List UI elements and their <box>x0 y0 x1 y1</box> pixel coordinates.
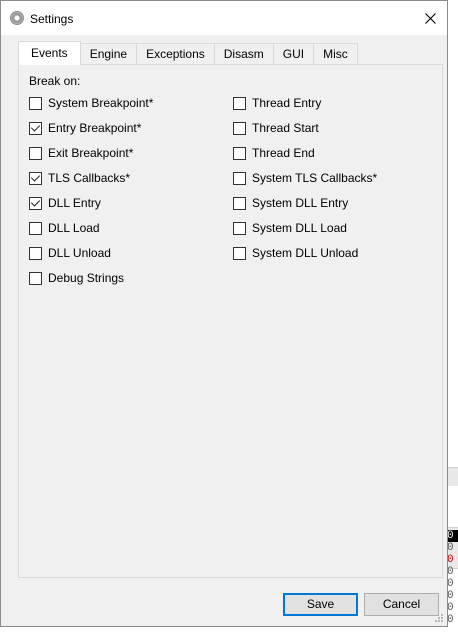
dll-entry-option[interactable]: DLL Entry <box>29 195 101 211</box>
entry-breakpoint-option[interactable]: Entry Breakpoint* <box>29 120 141 136</box>
system-tls-callbacks-checkbox[interactable] <box>233 171 246 185</box>
tab-disasm[interactable]: Disasm <box>214 43 274 64</box>
break-on-label: Break on: <box>29 74 81 88</box>
dll-load-option[interactable]: DLL Load <box>29 220 100 236</box>
resize-grip-icon[interactable] <box>434 613 444 623</box>
save-button[interactable]: Save <box>283 593 358 616</box>
tls-callbacks-option[interactable]: TLS Callbacks* <box>29 170 130 186</box>
thread-start-label: Thread Start <box>252 121 319 135</box>
system-breakpoint-option[interactable]: System Breakpoint* <box>29 95 153 111</box>
background-digit: 0 <box>447 542 454 554</box>
dll-unload-option[interactable]: DLL Unload <box>29 245 111 261</box>
dll-load-label: DLL Load <box>48 221 100 235</box>
system-tls-callbacks-option[interactable]: System TLS Callbacks* <box>233 170 377 186</box>
system-dll-entry-label: System DLL Entry <box>252 196 349 210</box>
background-digit: 0 <box>447 566 454 578</box>
debug-strings-checkbox[interactable] <box>29 271 42 285</box>
system-tls-callbacks-label: System TLS Callbacks* <box>252 171 378 185</box>
system-dll-load-label: System DLL Load <box>252 221 347 235</box>
thread-end-checkbox[interactable] <box>233 146 246 160</box>
background-digit: 0 <box>447 602 454 614</box>
background-digit: 0 <box>447 578 454 590</box>
thread-entry-label: Thread Entry <box>252 96 322 110</box>
entry-breakpoint-label: Entry Breakpoint* <box>48 121 142 135</box>
dll-unload-checkbox[interactable] <box>29 246 42 260</box>
tab-gui[interactable]: GUI <box>273 43 315 64</box>
gear-icon <box>10 11 24 25</box>
system-breakpoint-label: System Breakpoint* <box>48 96 154 110</box>
debug-strings-label: Debug Strings <box>48 271 125 285</box>
settings-tabs: Events Engine Exceptions Disasm GUI Misc <box>18 41 358 65</box>
system-dll-load-checkbox[interactable] <box>233 221 246 235</box>
tls-callbacks-checkbox[interactable] <box>29 171 42 185</box>
background-hex-column: 0 0 0 0 0 0 0 0 <box>447 530 458 633</box>
dll-load-checkbox[interactable] <box>29 221 42 235</box>
background-digit: 0 <box>447 530 458 542</box>
thread-entry-option[interactable]: Thread Entry <box>233 95 321 111</box>
thread-end-option[interactable]: Thread End <box>233 145 315 161</box>
tab-events[interactable]: Events <box>18 41 81 65</box>
tab-engine[interactable]: Engine <box>80 43 138 64</box>
exit-breakpoint-label: Exit Breakpoint* <box>48 146 134 160</box>
dll-entry-label: DLL Entry <box>48 196 101 210</box>
tab-exceptions[interactable]: Exceptions <box>137 43 215 64</box>
background-digit: 0 <box>447 614 454 626</box>
close-button[interactable] <box>413 1 447 35</box>
exit-breakpoint-option[interactable]: Exit Breakpoint* <box>29 145 133 161</box>
system-dll-unload-checkbox[interactable] <box>233 246 246 260</box>
system-dll-entry-checkbox[interactable] <box>233 196 246 210</box>
system-breakpoint-checkbox[interactable] <box>29 96 42 110</box>
exit-breakpoint-checkbox[interactable] <box>29 146 42 160</box>
dll-unload-label: DLL Unload <box>48 246 111 260</box>
thread-entry-checkbox[interactable] <box>233 96 246 110</box>
entry-breakpoint-checkbox[interactable] <box>29 121 42 135</box>
system-dll-unload-option[interactable]: System DLL Unload <box>233 245 358 261</box>
dll-entry-checkbox[interactable] <box>29 196 42 210</box>
debug-strings-option[interactable]: Debug Strings <box>29 270 124 286</box>
title-bar[interactable]: Settings <box>1 1 447 35</box>
thread-end-label: Thread End <box>252 146 315 160</box>
thread-start-option[interactable]: Thread Start <box>233 120 319 136</box>
thread-start-checkbox[interactable] <box>233 121 246 135</box>
events-tab-panel <box>18 64 443 578</box>
cancel-button[interactable]: Cancel <box>364 593 439 616</box>
system-dll-unload-label: System DLL Unload <box>252 246 359 260</box>
tls-callbacks-label: TLS Callbacks* <box>48 171 131 185</box>
close-icon <box>424 12 436 24</box>
window-title: Settings <box>30 12 74 26</box>
system-dll-load-option[interactable]: System DLL Load <box>233 220 347 236</box>
background-digit: 0 <box>447 554 454 566</box>
system-dll-entry-option[interactable]: System DLL Entry <box>233 195 348 211</box>
tab-misc[interactable]: Misc <box>314 43 358 64</box>
background-digit: 0 <box>447 590 454 602</box>
